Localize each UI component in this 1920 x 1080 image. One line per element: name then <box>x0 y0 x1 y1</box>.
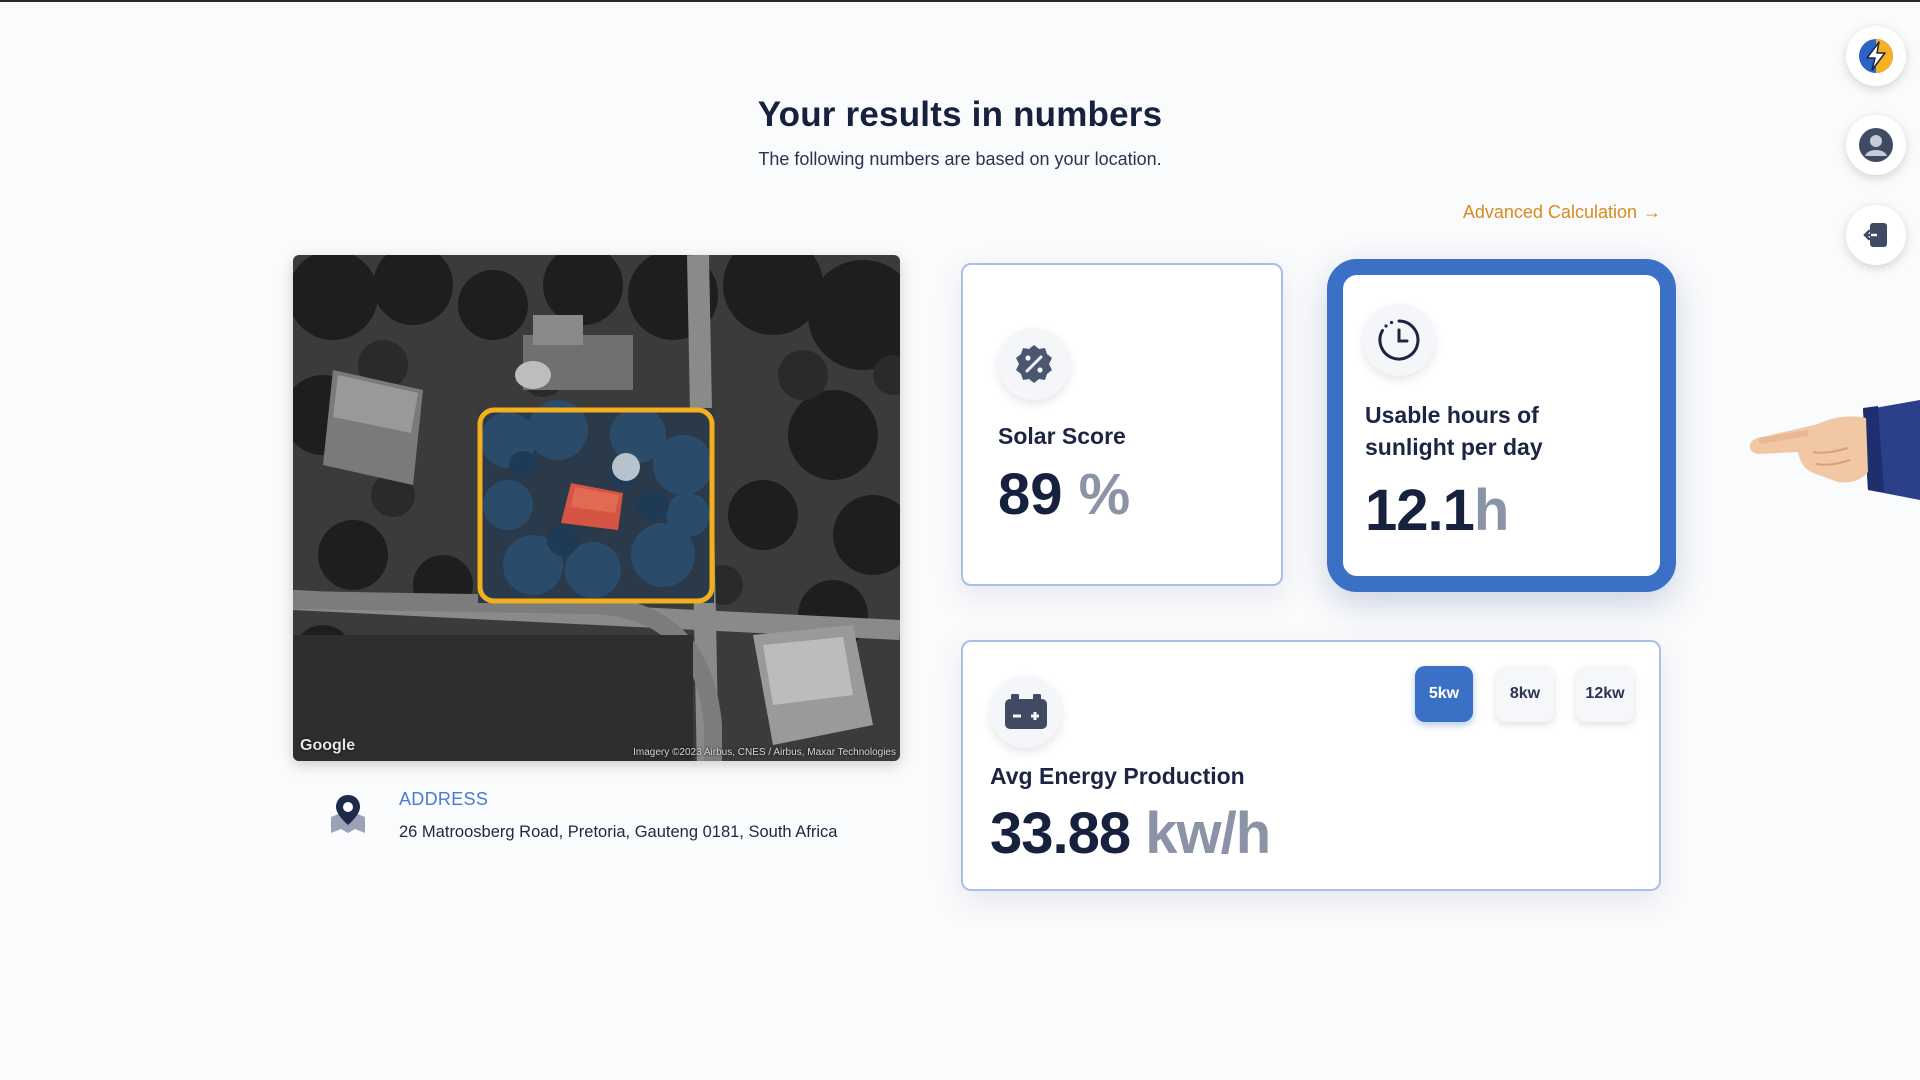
sunlight-label-line1: Usable hours of <box>1365 402 1539 428</box>
address-value: 26 Matroosberg Road, Pretoria, Gauteng 0… <box>399 823 838 841</box>
sunlight-value-row: 12.1h <box>1365 477 1509 544</box>
energy-production-card[interactable]: 5kw 8kw 12kw Avg Energy Production 33.88… <box>961 640 1661 891</box>
energy-label: Avg Energy Production <box>990 763 1245 789</box>
advanced-calculation-link[interactable]: Advanced Calculation → <box>1463 202 1661 223</box>
logout-icon <box>1863 223 1887 247</box>
percent-badge-icon <box>1016 345 1052 383</box>
sunlight-value: 12.1 <box>1365 478 1475 543</box>
address-block: ADDRESS 26 Matroosberg Road, Pretoria, G… <box>325 785 845 865</box>
top-border <box>0 0 1920 2</box>
solar-score-value: 89 <box>998 462 1063 527</box>
user-icon <box>1859 128 1893 162</box>
clock-icon <box>1378 319 1420 361</box>
sunlight-label: Usable hours of sunlight per day <box>1365 399 1543 463</box>
page-subtitle: The following numbers are based on your … <box>758 149 1162 169</box>
app-logo-button[interactable] <box>1846 26 1906 86</box>
profile-button[interactable] <box>1846 115 1906 175</box>
energy-value-row: 33.88 kw/h <box>990 800 1271 867</box>
logout-button[interactable] <box>1846 205 1906 265</box>
option-5kw-button[interactable]: 5kw <box>1415 666 1473 722</box>
sunlight-unit: h <box>1473 478 1509 543</box>
arrow-right-icon: → <box>1643 202 1661 222</box>
solar-score-label: Solar Score <box>998 423 1126 449</box>
sunlight-label-line2: sunlight per day <box>1365 434 1543 460</box>
energy-icon-bubble <box>990 676 1062 748</box>
energy-unit: kw/h <box>1145 801 1271 866</box>
satellite-map[interactable]: Google Imagery ©2023 Airbus, CNES / Airb… <box>293 255 900 761</box>
solar-score-icon-bubble <box>998 328 1070 400</box>
advanced-calculation-label: Advanced Calculation <box>1462 202 1637 222</box>
map-credit: Imagery ©2023 Airbus, CNES / Airbus, Max… <box>633 747 896 758</box>
solar-score-value-row: 89 % <box>998 461 1130 528</box>
pointing-hand-illustration <box>1749 400 1920 500</box>
battery-icon <box>1005 694 1047 729</box>
map-brand: Google <box>300 737 356 754</box>
logo-icon <box>1859 39 1893 73</box>
address-label: ADDRESS <box>399 789 489 809</box>
sunlight-icon-bubble <box>1363 304 1435 376</box>
location-pin-icon <box>331 795 365 833</box>
energy-value: 33.88 <box>990 801 1131 866</box>
page-title: Your results in numbers <box>757 95 1163 134</box>
solar-score-card[interactable]: Solar Score 89 % <box>961 263 1283 586</box>
satellite-image <box>293 255 900 761</box>
option-12kw-button[interactable]: 12kw <box>1576 666 1634 722</box>
option-8kw-button[interactable]: 8kw <box>1496 666 1554 722</box>
solar-score-unit: % <box>1078 462 1131 527</box>
sunlight-hours-card[interactable]: Usable hours of sunlight per day 12.1h <box>1327 259 1676 592</box>
